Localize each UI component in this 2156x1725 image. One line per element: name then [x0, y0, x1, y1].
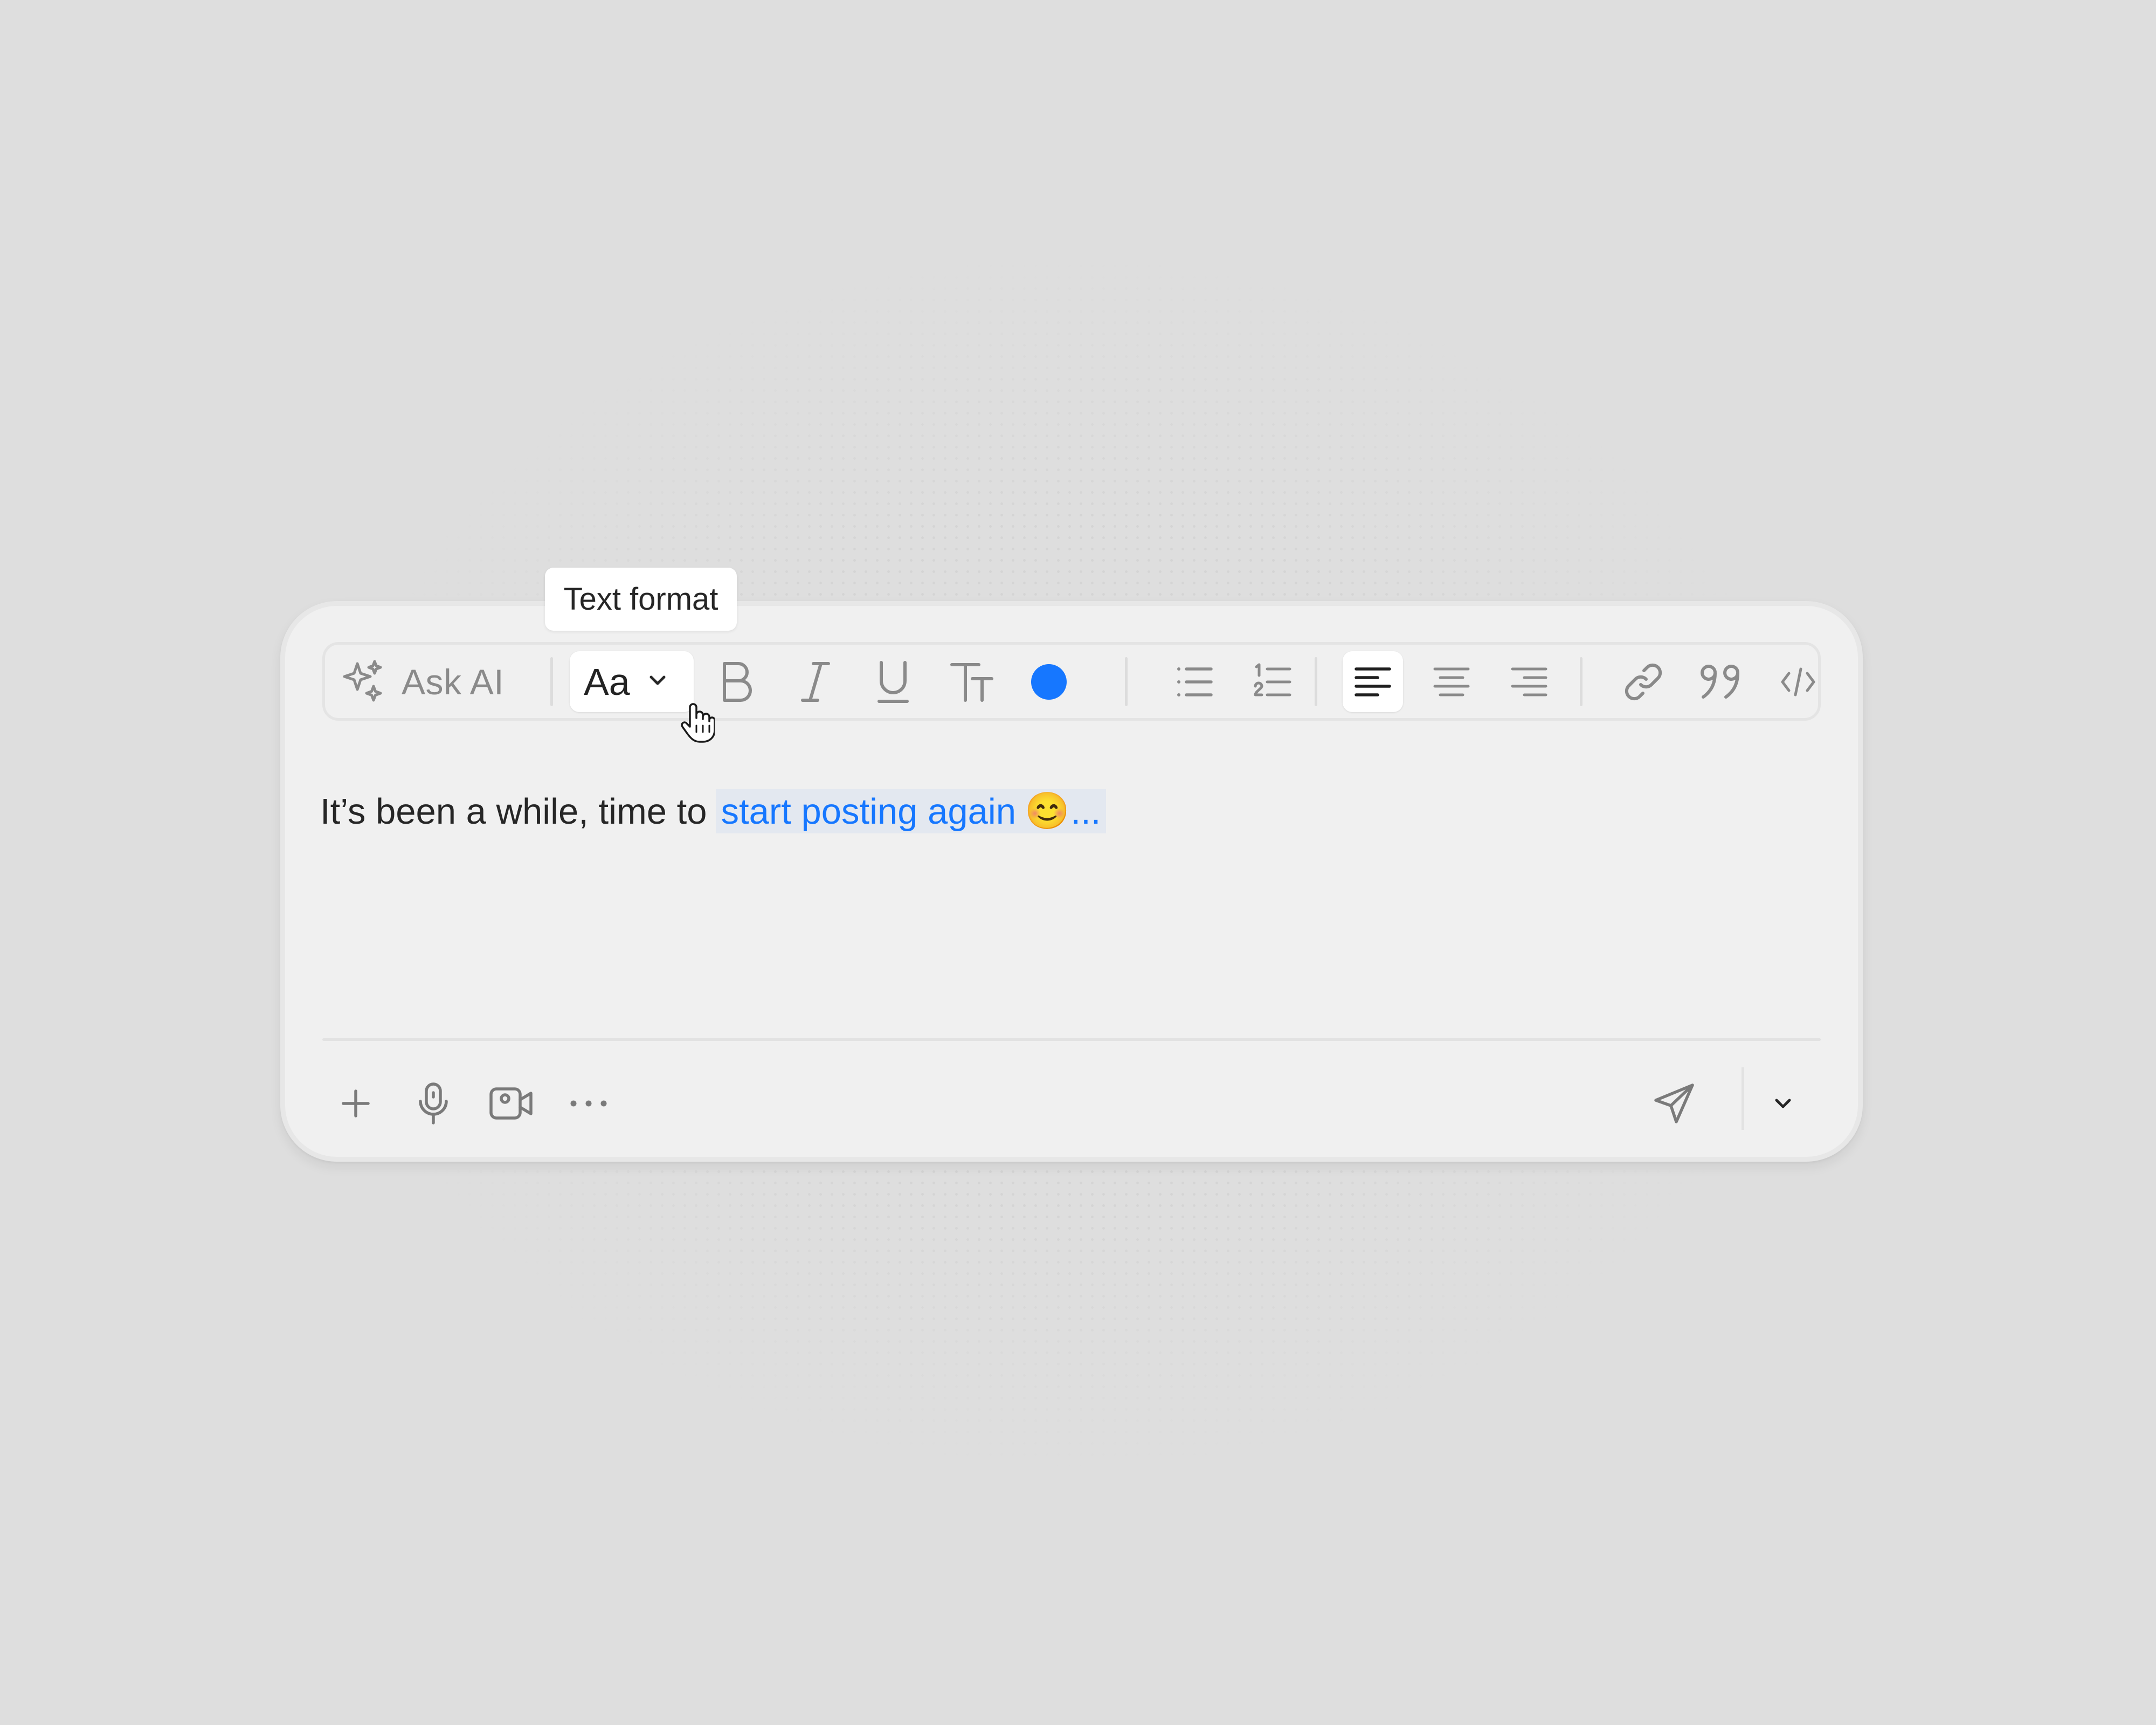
chevron-down-icon [1774, 1098, 1792, 1112]
more-button[interactable] [559, 1075, 618, 1134]
underline-icon [876, 659, 910, 705]
quote-icon [1699, 663, 1742, 701]
toolbar-divider [1125, 657, 1128, 706]
code-button[interactable] [1768, 651, 1828, 712]
text-format-select[interactable]: Aa [570, 651, 694, 712]
hand-cursor-icon [680, 702, 716, 747]
text-size-icon [949, 660, 994, 703]
microphone-icon [416, 1082, 451, 1128]
toolbar-divider [1580, 657, 1583, 706]
footer-divider [322, 1038, 1821, 1041]
send-button[interactable] [1644, 1075, 1704, 1134]
numbered-list-icon [1253, 663, 1292, 701]
editor-text[interactable]: It’s been a while, time to start posting… [320, 789, 1107, 833]
italic-icon [799, 660, 832, 703]
add-button[interactable] [326, 1075, 385, 1134]
ask-ai-button[interactable]: Ask AI [341, 651, 519, 712]
text-format-tooltip: Text format [545, 568, 737, 631]
formatting-toolbar: Ask AI Aa [322, 642, 1821, 721]
video-button[interactable] [481, 1075, 541, 1134]
link-icon [1622, 661, 1664, 703]
sparkles-icon [341, 658, 385, 705]
bold-icon [718, 660, 756, 703]
text-color-button[interactable] [1019, 651, 1079, 712]
message-composer: Ask AI Aa [280, 601, 1863, 1162]
bullet-list-button[interactable] [1164, 651, 1225, 712]
align-left-icon [1354, 666, 1392, 698]
video-icon [489, 1086, 533, 1124]
selected-text: start posting again 😊 ... [715, 789, 1107, 833]
plus-icon [341, 1089, 370, 1121]
smile-emoji: 😊 [1025, 791, 1070, 831]
align-right-icon [1510, 666, 1548, 698]
send-icon [1653, 1082, 1696, 1128]
toolbar-divider [1315, 657, 1317, 706]
send-options-button[interactable] [1753, 1075, 1813, 1134]
italic-button[interactable] [785, 651, 846, 712]
voice-button[interactable] [404, 1075, 463, 1134]
align-right-button[interactable] [1499, 651, 1559, 712]
underline-button[interactable] [863, 651, 923, 712]
link-button[interactable] [1613, 651, 1674, 712]
more-horizontal-icon [569, 1099, 608, 1110]
align-center-button[interactable] [1421, 651, 1482, 712]
chevron-down-icon [648, 674, 667, 689]
bold-button[interactable] [707, 651, 767, 712]
ellipsis: ... [1070, 791, 1101, 832]
code-icon [1780, 666, 1816, 698]
text-format-value: Aa [584, 660, 630, 703]
toolbar-divider [550, 657, 553, 706]
bullet-list-icon [1176, 665, 1213, 699]
numbered-list-button[interactable] [1242, 651, 1303, 712]
editor-text-plain: It’s been a while, time to [320, 791, 707, 832]
align-left-button[interactable] [1343, 651, 1403, 712]
text-size-button[interactable] [941, 651, 1001, 712]
align-center-icon [1433, 666, 1470, 698]
ask-ai-label: Ask AI [402, 661, 505, 702]
tooltip-label: Text format [563, 582, 718, 617]
selected-text-label: start posting again [721, 791, 1017, 832]
color-dot-icon [1031, 664, 1067, 700]
send-divider [1742, 1067, 1744, 1130]
quote-button[interactable] [1690, 651, 1751, 712]
